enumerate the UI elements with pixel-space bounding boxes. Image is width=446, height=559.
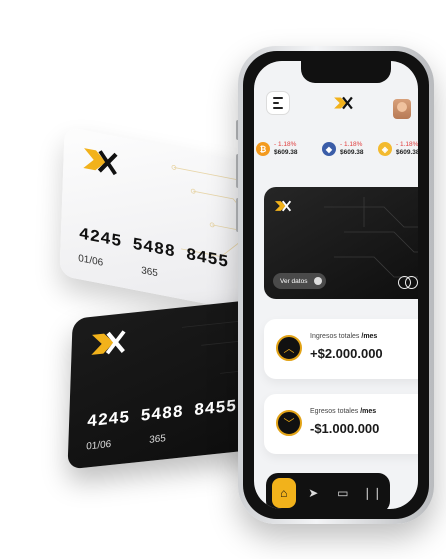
nav-home-icon[interactable]: ⌂ xyxy=(272,478,296,508)
phone-bezel: ₿ - 1.18% $609.38 ◆ - 1.18% $609.38 ◈ - … xyxy=(243,51,429,519)
dex-logo xyxy=(91,330,126,355)
ver-datos-button[interactable]: Ver datos xyxy=(273,273,326,289)
bitcoin-icon: ₿ xyxy=(256,142,270,156)
phone-mockup: ₿ - 1.18% $609.38 ◆ - 1.18% $609.38 ◈ - … xyxy=(238,46,434,524)
chevron-up-icon: ︿ xyxy=(276,335,302,361)
ticker-change: - 1.18% xyxy=(340,141,363,148)
nav-cards-icon[interactable]: ▭ xyxy=(331,478,355,508)
bottom-navbar: ⌂ ➤ ▭ ❘❘ xyxy=(266,473,390,509)
card-expiry: 01/06 xyxy=(77,253,104,269)
ticker-bitcoin[interactable]: ₿ - 1.18% $609.38 xyxy=(256,141,298,157)
card-cvv: 365 xyxy=(148,433,167,446)
ver-datos-label: Ver datos xyxy=(280,277,308,285)
dex-logo xyxy=(334,96,353,110)
mastercard-icon xyxy=(398,275,418,289)
ticker-price: $609.38 xyxy=(274,149,298,156)
user-avatar[interactable] xyxy=(393,99,411,119)
income-summary[interactable]: ︿ Ingresos totales /mes +$2.000.000 xyxy=(264,319,418,379)
card-cvv: 365 xyxy=(140,265,159,280)
ticker-change: - 1.18% xyxy=(396,141,418,148)
binance-icon: ◈ xyxy=(378,142,392,156)
expenses-label: Egresos totales /mes xyxy=(310,408,377,415)
arrow-right-icon xyxy=(314,277,322,285)
income-label: Ingresos totales /mes xyxy=(310,333,378,340)
menu-icon[interactable] xyxy=(266,91,290,115)
virtual-card[interactable]: Ver datos xyxy=(264,187,418,299)
ticker-price: $609.38 xyxy=(340,149,364,156)
income-value: +$2.000.000 xyxy=(310,346,383,361)
nav-send-icon[interactable]: ➤ xyxy=(302,478,326,508)
ticker-binance[interactable]: ◈ - 1.18% $609.38 xyxy=(378,141,418,157)
ticker-price: $609.38 xyxy=(396,149,418,156)
ticker-ethereum[interactable]: ◆ - 1.18% $609.38 xyxy=(322,141,364,157)
expenses-summary[interactable]: ﹀ Egresos totales /mes -$1.000.000 xyxy=(264,394,418,454)
chevron-down-icon: ﹀ xyxy=(276,410,302,436)
app-screen: ₿ - 1.18% $609.38 ◆ - 1.18% $609.38 ◈ - … xyxy=(254,61,418,509)
phone-notch xyxy=(301,61,391,83)
dex-logo xyxy=(83,148,118,176)
dex-logo xyxy=(274,200,292,212)
ethereum-icon: ◆ xyxy=(322,142,336,156)
nav-stats-icon[interactable]: ❘❘ xyxy=(361,478,385,508)
expenses-value: -$1.000.000 xyxy=(310,421,380,436)
ticker-change: - 1.18% xyxy=(274,141,297,148)
card-expiry: 01/06 xyxy=(85,438,112,453)
